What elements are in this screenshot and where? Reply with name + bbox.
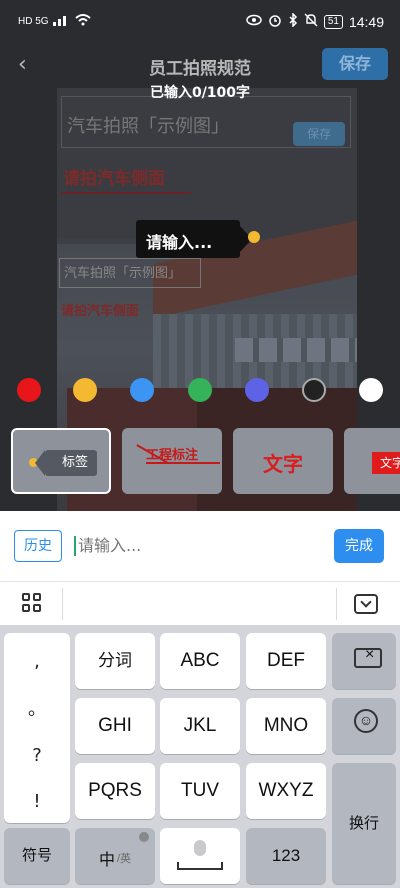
hide-keyboard-icon[interactable]	[354, 594, 378, 614]
color-white[interactable]	[359, 378, 383, 402]
style-tag[interactable]: 标签	[11, 428, 111, 494]
alarm-icon	[268, 13, 282, 30]
photo-editor: 汽车拍照「示例图」 保存 请拍汽车侧面 汽车拍照「示例图」 请拍汽车侧面 HD …	[0, 0, 400, 511]
keyboard: , 。 ? ! 分词 ABC DEF GHI JKL MNO PQRS TUV …	[0, 625, 400, 888]
wifi-icon	[74, 14, 91, 29]
ghost-red-text: 请拍汽车侧面	[63, 169, 165, 188]
color-palette	[0, 378, 400, 402]
mute-icon	[304, 13, 318, 30]
char-counter: 已输入0/100字	[149, 85, 251, 101]
keyboard-toolbar	[0, 581, 400, 625]
smile-icon: ☺	[354, 709, 378, 733]
punct-key[interactable]: 。	[4, 695, 70, 721]
key-ghi[interactable]: GHI	[75, 698, 155, 754]
key-def[interactable]: DEF	[246, 633, 326, 689]
clock: 14:49	[348, 13, 384, 30]
punct-key[interactable]: !	[4, 791, 70, 812]
annotation-input[interactable]	[72, 530, 322, 562]
text-caret	[74, 536, 76, 556]
annotation-bubble[interactable]: 请输入...	[136, 220, 252, 258]
ghost-label: 汽车拍照「示例图」	[59, 258, 201, 288]
style-red-text[interactable]: 文字	[344, 428, 400, 494]
red-style-label: 文字	[372, 452, 400, 474]
tag-style-label: 标签	[35, 450, 97, 476]
key-tuv[interactable]: TUV	[160, 763, 240, 819]
key-jkl[interactable]: JKL	[160, 698, 240, 754]
battery-icon: 51	[323, 14, 343, 29]
ghost-red-line	[61, 192, 191, 194]
ghost-title: 汽车拍照「示例图」	[67, 116, 229, 136]
input-bar: 历史 完成	[0, 511, 400, 581]
color-purple[interactable]	[245, 378, 269, 402]
done-button[interactable]: 完成	[334, 529, 384, 563]
lang-main: 中	[99, 852, 116, 869]
signal-icon	[52, 14, 71, 29]
key-pqrs[interactable]: PQRS	[75, 763, 155, 819]
history-button[interactable]: 历史	[14, 530, 62, 562]
engineering-underline	[146, 462, 220, 464]
ghost-red-text-2: 请拍汽车侧面	[61, 303, 140, 318]
backspace-icon	[354, 646, 382, 668]
color-yellow[interactable]	[73, 378, 97, 402]
punctuation-column[interactable]: , 。 ? !	[4, 633, 70, 823]
color-blue[interactable]	[130, 378, 154, 402]
style-engineering[interactable]: 工程标注	[122, 428, 222, 494]
color-black[interactable]	[302, 378, 326, 402]
space-key[interactable]	[160, 828, 240, 884]
color-red[interactable]	[17, 378, 41, 402]
network-indicator: HD 5G	[18, 16, 49, 27]
key-segment[interactable]: 分词	[75, 633, 155, 689]
label-style-row: 标签 工程标注 文字 文字	[0, 428, 400, 494]
backspace-key[interactable]	[332, 633, 396, 689]
warehouse-windows	[235, 338, 357, 362]
menu-grid-icon[interactable]	[22, 593, 44, 615]
key-wxyz[interactable]: WXYZ	[246, 763, 326, 819]
ghost-save-button: 保存	[293, 122, 345, 146]
style-text[interactable]: 文字	[233, 428, 333, 494]
key-mno[interactable]: MNO	[246, 698, 326, 754]
save-button[interactable]: 保存	[322, 48, 388, 80]
punct-key[interactable]: ?	[4, 745, 70, 766]
globe-icon	[139, 832, 149, 842]
toolbar-divider	[336, 588, 337, 620]
numbers-key[interactable]: 123	[246, 828, 326, 884]
symbol-key[interactable]: 符号	[4, 828, 70, 884]
emoji-key[interactable]: ☺	[332, 698, 396, 754]
bluetooth-icon	[288, 12, 298, 30]
annotation-text: 请输入...	[146, 233, 213, 252]
key-abc[interactable]: ABC	[160, 633, 240, 689]
mic-icon	[194, 840, 206, 856]
text-style-label: 文字	[263, 452, 303, 476]
toolbar-divider	[62, 588, 63, 620]
language-switch-key[interactable]: 中 /英	[75, 828, 155, 884]
punct-key[interactable]: ,	[4, 651, 70, 672]
status-bar: HD 5G 51 14:49	[0, 0, 400, 44]
annotation-anchor-dot[interactable]	[248, 231, 260, 243]
enter-key[interactable]: 换行	[332, 763, 396, 884]
space-icon	[177, 862, 223, 870]
eye-icon	[246, 14, 262, 29]
lang-sub: /英	[117, 853, 132, 865]
color-green[interactable]	[188, 378, 212, 402]
